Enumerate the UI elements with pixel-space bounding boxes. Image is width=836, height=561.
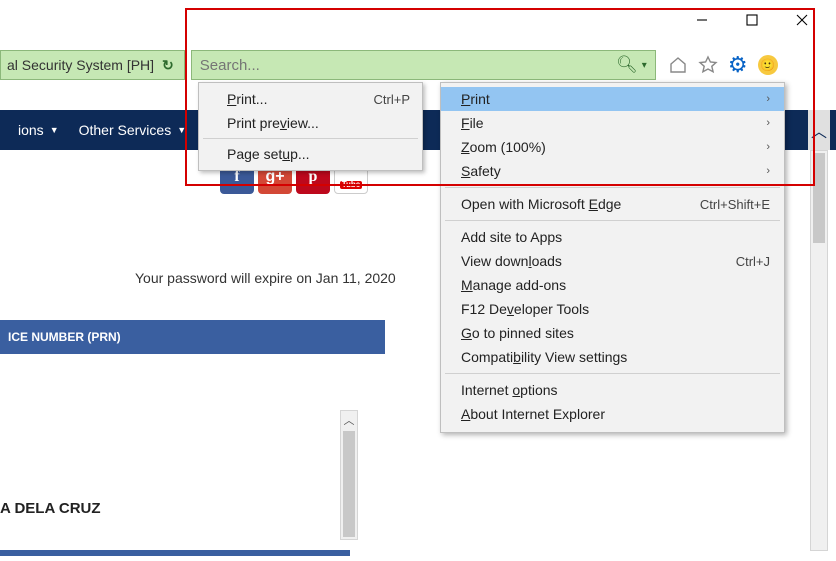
- menu-item-file[interactable]: File›: [441, 111, 784, 135]
- divider: [0, 550, 350, 556]
- menu-item-pinned[interactable]: Go to pinned sites: [441, 321, 784, 345]
- menu-separator: [445, 220, 780, 221]
- submenu-arrow-icon: ›: [766, 165, 770, 177]
- menu-item-internet-options[interactable]: Internet options: [441, 378, 784, 402]
- caret-icon: ▼: [50, 125, 59, 135]
- tools-menu: Print› File› Zoom (100%)› Safety› Open w…: [440, 82, 785, 433]
- submenu-arrow-icon: ›: [766, 93, 770, 105]
- smiley-icon[interactable]: 🙂: [756, 53, 780, 77]
- menu-item-addons[interactable]: Manage add-ons: [441, 273, 784, 297]
- menu-item-safety[interactable]: Safety›: [441, 159, 784, 183]
- close-button[interactable]: [786, 4, 818, 36]
- prn-banner: ICE NUMBER (PRN): [0, 320, 385, 354]
- menu-page-setup[interactable]: Page setup...: [199, 142, 422, 166]
- submenu-arrow-icon: ›: [766, 141, 770, 153]
- caret-icon: ▼: [177, 125, 186, 135]
- member-name: A DELA CRUZ: [0, 500, 101, 517]
- tools-icon[interactable]: ⚙: [726, 53, 750, 77]
- menu-item-about[interactable]: About Internet Explorer: [441, 402, 784, 426]
- nav-item-other-services[interactable]: Other Services▼: [69, 122, 197, 138]
- nav-item-1[interactable]: ions▼: [8, 122, 69, 138]
- menu-print[interactable]: Print... Ctrl+P: [199, 87, 422, 111]
- page-scrollbar[interactable]: [810, 150, 828, 551]
- menu-separator: [445, 187, 780, 188]
- menu-item-downloads[interactable]: View downloadsCtrl+J: [441, 249, 784, 273]
- refresh-icon[interactable]: ↻: [162, 57, 174, 74]
- minimize-button[interactable]: [686, 4, 718, 36]
- print-submenu: Print... Ctrl+P Print preview... Page se…: [198, 82, 423, 171]
- favorites-icon[interactable]: [696, 53, 720, 77]
- maximize-button[interactable]: [736, 4, 768, 36]
- search-icon[interactable]: 🔍︎: [616, 55, 638, 75]
- menu-item-apps[interactable]: Add site to Apps: [441, 225, 784, 249]
- search-input[interactable]: [200, 57, 616, 74]
- search-dropdown-icon[interactable]: ▾: [642, 60, 647, 71]
- scroll-up-button[interactable]: ︿: [341, 411, 357, 429]
- menu-separator: [445, 373, 780, 374]
- menu-item-f12[interactable]: F12 Developer Tools: [441, 297, 784, 321]
- browser-tab[interactable]: al Security System [PH] ↻: [0, 50, 185, 80]
- menu-item-compat[interactable]: Compatibility View settings: [441, 345, 784, 369]
- panel-scrollbar[interactable]: ︿: [340, 410, 358, 540]
- submenu-arrow-icon: ›: [766, 117, 770, 129]
- menu-separator: [203, 138, 418, 139]
- menu-print-preview[interactable]: Print preview...: [199, 111, 422, 135]
- menu-item-zoom[interactable]: Zoom (100%)›: [441, 135, 784, 159]
- scrollbar-thumb[interactable]: [343, 431, 355, 537]
- search-box[interactable]: 🔍︎ ▾: [191, 50, 656, 80]
- menu-item-print[interactable]: Print›: [441, 87, 784, 111]
- page-up-button[interactable]: ︿: [808, 110, 830, 150]
- tab-title: al Security System [PH]: [7, 57, 154, 73]
- scrollbar-thumb[interactable]: [813, 153, 825, 243]
- menu-item-edge[interactable]: Open with Microsoft EdgeCtrl+Shift+E: [441, 192, 784, 216]
- home-icon[interactable]: [666, 53, 690, 77]
- password-expiry-msg: Your password will expire on Jan 11, 202…: [135, 270, 396, 286]
